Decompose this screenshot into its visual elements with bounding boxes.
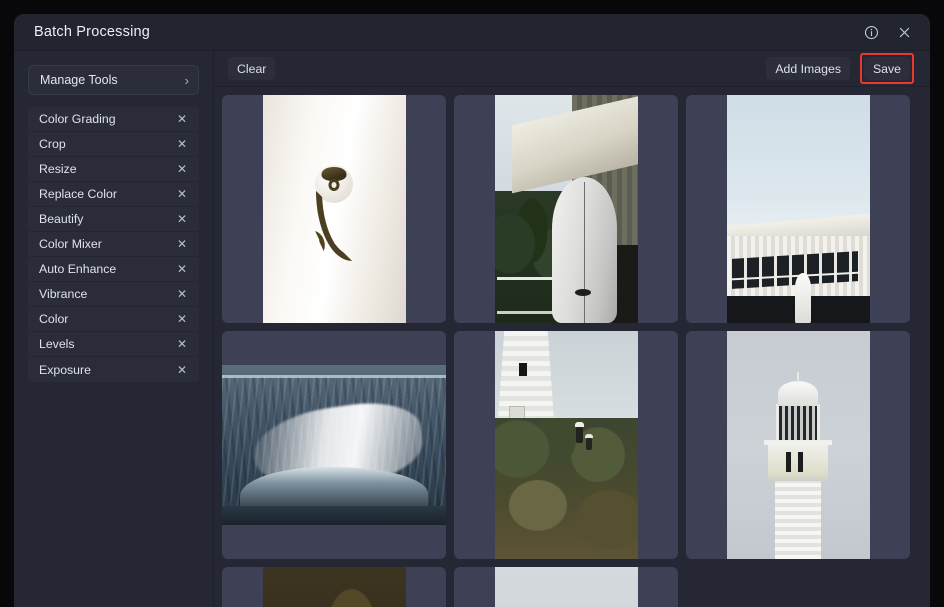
remove-tool-icon[interactable]: ✕ <box>175 236 189 252</box>
tool-name-label: Crop <box>39 137 175 151</box>
thumbnail-dark-vegetation-clipped <box>263 567 406 607</box>
spire-shape <box>797 372 799 383</box>
page-title: Batch Processing <box>34 24 859 40</box>
remove-tool-icon[interactable]: ✕ <box>175 161 189 177</box>
second-person-shape <box>586 438 592 450</box>
gallery-scroll-area[interactable] <box>214 87 930 607</box>
tool-row[interactable]: Levels✕ <box>28 332 199 357</box>
tool-name-label: Resize <box>39 162 175 176</box>
tool-name-label: Replace Color <box>39 187 175 201</box>
clear-button[interactable]: Clear <box>228 57 275 80</box>
remove-tool-icon[interactable]: ✕ <box>175 261 189 277</box>
thumbnail-lighthouse-base-coastal-scrub <box>495 331 638 559</box>
vegetation-shape <box>495 418 638 559</box>
stringer-shape <box>584 182 586 323</box>
tool-name-label: Beautify <box>39 212 175 226</box>
add-images-button[interactable]: Add Images <box>766 57 850 80</box>
tool-row[interactable]: Color Grading✕ <box>28 107 199 132</box>
gallery-rail-shape <box>764 440 832 445</box>
thumbnail-white-building-blue-sky <box>727 95 870 323</box>
thumbnail-lighthouse-top-pale-sky <box>727 331 870 559</box>
tool-name-label: Exposure <box>39 363 175 377</box>
gallery-item-lighthouse-top-pale-sky[interactable] <box>686 331 910 559</box>
remove-tool-icon[interactable]: ✕ <box>175 211 189 227</box>
horizon-shape <box>222 375 446 378</box>
gallery-item-pale-sky-clipped[interactable] <box>454 567 678 607</box>
remove-tool-icon[interactable]: ✕ <box>175 186 189 202</box>
hook-eye-shape <box>329 179 340 191</box>
thumbnail-surfboard-against-building <box>495 95 638 323</box>
gallery-item-white-building-blue-sky[interactable] <box>686 95 910 323</box>
remove-tool-icon[interactable]: ✕ <box>175 136 189 152</box>
tower-shaft-shape <box>775 475 821 559</box>
remove-tool-icon[interactable]: ✕ <box>175 286 189 302</box>
tool-name-label: Color <box>39 312 175 326</box>
railing-shape <box>497 277 560 313</box>
gallery-item-dark-vegetation-clipped[interactable] <box>222 567 446 607</box>
dome-shape <box>778 381 818 406</box>
tool-name-label: Color Grading <box>39 112 175 126</box>
tool-name-label: Color Mixer <box>39 237 175 251</box>
manage-tools-button[interactable]: Manage Tools › <box>28 65 199 95</box>
gallery-item-surfboard-against-building[interactable] <box>454 95 678 323</box>
save-button-highlight: Save <box>860 53 914 84</box>
gallery-toolbar: Clear Add Images Save <box>214 51 930 87</box>
remove-tool-icon[interactable]: ✕ <box>175 111 189 127</box>
titlebar-actions <box>859 20 916 44</box>
gallery-windows-shape <box>786 452 810 473</box>
foreground-water-shape <box>222 506 446 525</box>
tool-row[interactable]: Auto Enhance✕ <box>28 257 199 282</box>
tools-sidebar: Manage Tools › Color Grading✕Crop✕Resize… <box>14 51 214 607</box>
save-button[interactable]: Save <box>864 57 910 80</box>
tool-name-label: Vibrance <box>39 287 175 301</box>
tool-list: Color Grading✕Crop✕Resize✕Replace Color✕… <box>28 107 199 382</box>
lantern-room-shape <box>776 404 820 440</box>
dialog-body: Manage Tools › Color Grading✕Crop✕Resize… <box>14 51 930 607</box>
tool-row[interactable]: Exposure✕ <box>28 357 199 382</box>
remove-tool-icon[interactable]: ✕ <box>175 311 189 327</box>
gallery-item-brass-hook-on-white-wall[interactable] <box>222 95 446 323</box>
batch-processing-dialog: Batch Processing Manage Tools › <box>14 14 930 607</box>
tool-name-label: Auto Enhance <box>39 262 175 276</box>
chevron-right-icon: › <box>185 74 189 87</box>
thumbnail-ocean-wave-breaking <box>222 365 446 525</box>
main-panel: Clear Add Images Save <box>214 51 930 607</box>
lighthouse-tower-shape <box>497 331 554 427</box>
image-grid <box>222 95 930 607</box>
gallery-item-lighthouse-base-coastal-scrub[interactable] <box>454 331 678 559</box>
person-shape <box>576 427 583 443</box>
gallery-item-ocean-wave-breaking[interactable] <box>222 331 446 559</box>
tool-row[interactable]: Crop✕ <box>28 132 199 157</box>
close-icon[interactable] <box>892 20 916 44</box>
surfboard-shape <box>795 273 811 323</box>
tool-row[interactable]: Vibrance✕ <box>28 282 199 307</box>
tool-row[interactable]: Color✕ <box>28 307 199 332</box>
tool-row[interactable]: Beautify✕ <box>28 207 199 232</box>
remove-tool-icon[interactable]: ✕ <box>175 362 189 378</box>
info-circle-icon[interactable] <box>859 20 883 44</box>
manage-tools-label: Manage Tools <box>40 73 185 87</box>
remove-tool-icon[interactable]: ✕ <box>175 336 189 352</box>
wave-crest-shape <box>240 467 428 509</box>
thumbnail-brass-hook-on-white-wall <box>263 95 406 323</box>
tool-name-label: Levels <box>39 337 175 351</box>
tool-row[interactable]: Resize✕ <box>28 157 199 182</box>
board-logo-shape <box>575 289 591 296</box>
tool-row[interactable]: Color Mixer✕ <box>28 232 199 257</box>
thumbnail-pale-sky-clipped <box>495 567 638 607</box>
dialog-titlebar: Batch Processing <box>14 14 930 51</box>
tool-row[interactable]: Replace Color✕ <box>28 182 199 207</box>
tower-window-shape <box>519 363 527 376</box>
toolbar-right-actions: Add Images Save <box>766 53 914 84</box>
